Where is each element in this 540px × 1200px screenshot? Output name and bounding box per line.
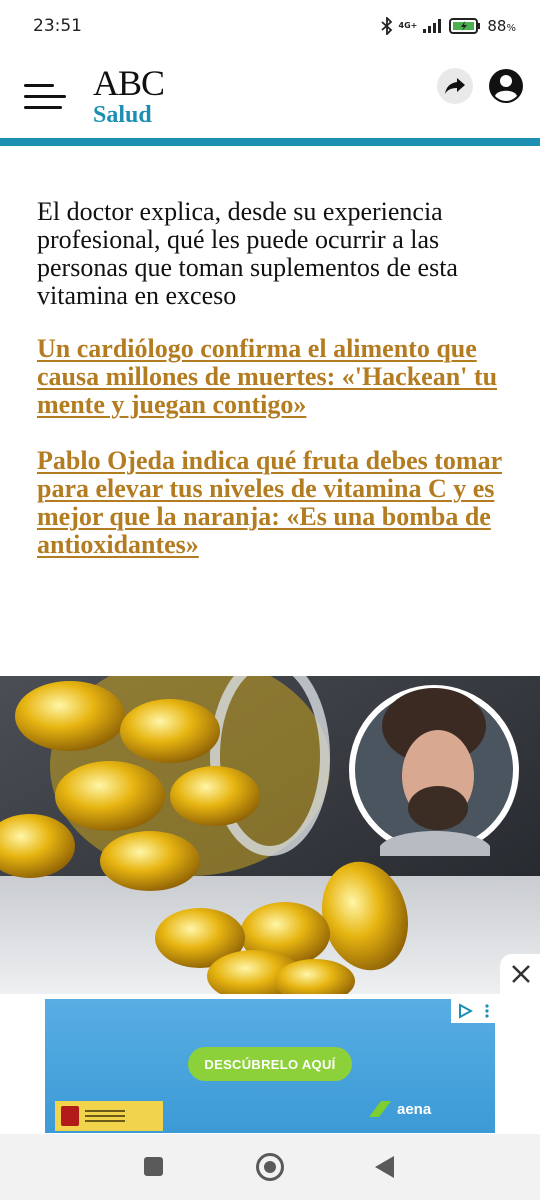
header-divider — [0, 138, 540, 146]
close-icon — [512, 965, 530, 983]
share-icon — [445, 78, 465, 94]
ad-banner[interactable]: DESCÚBRELO AQUÍ aena — [45, 999, 495, 1133]
signal-icon — [423, 19, 443, 33]
brand-logo[interactable]: ABC — [93, 62, 165, 104]
back-icon[interactable] — [375, 1156, 394, 1178]
aena-plane-icon — [369, 1101, 391, 1117]
article-image — [0, 676, 540, 994]
site-header: ABC Salud — [0, 52, 540, 138]
article-lead: El doctor explica, desde su experiencia … — [37, 197, 458, 310]
ad-container: DESCÚBRELO AQUÍ aena — [0, 994, 540, 1134]
bluetooth-icon — [380, 17, 393, 35]
profile-icon — [489, 69, 523, 103]
network-type: 4G+ — [398, 21, 418, 30]
article-body: El doctor explica, desde su experiencia … — [37, 198, 517, 559]
battery-level: 88% — [487, 17, 516, 35]
section-label[interactable]: Salud — [93, 102, 152, 129]
related-link[interactable]: Pablo Ojeda indica qué fruta debes tomar… — [37, 447, 517, 559]
battery-icon — [449, 18, 481, 34]
recents-icon[interactable] — [144, 1157, 163, 1176]
menu-button[interactable] — [24, 82, 66, 112]
home-icon[interactable] — [256, 1153, 284, 1181]
share-button[interactable] — [437, 68, 473, 104]
ad-choices-button[interactable] — [451, 999, 495, 1023]
related-link[interactable]: Un cardiólogo confirma el alimento que c… — [37, 335, 517, 419]
ad-cta-button[interactable]: DESCÚBRELO AQUÍ — [188, 1047, 352, 1081]
system-nav-bar — [0, 1134, 540, 1200]
more-icon — [485, 1004, 489, 1018]
government-logo — [55, 1101, 163, 1131]
ad-close-button[interactable] — [500, 954, 540, 994]
status-bar: 23:51 4G+ 88% — [0, 0, 540, 52]
menu-icon — [24, 84, 54, 87]
aena-logo: aena — [367, 1099, 431, 1119]
profile-button[interactable] — [488, 68, 524, 104]
ad-choices-icon — [459, 1003, 473, 1019]
status-time: 23:51 — [33, 16, 82, 36]
status-indicators: 4G+ 88% — [380, 17, 516, 35]
